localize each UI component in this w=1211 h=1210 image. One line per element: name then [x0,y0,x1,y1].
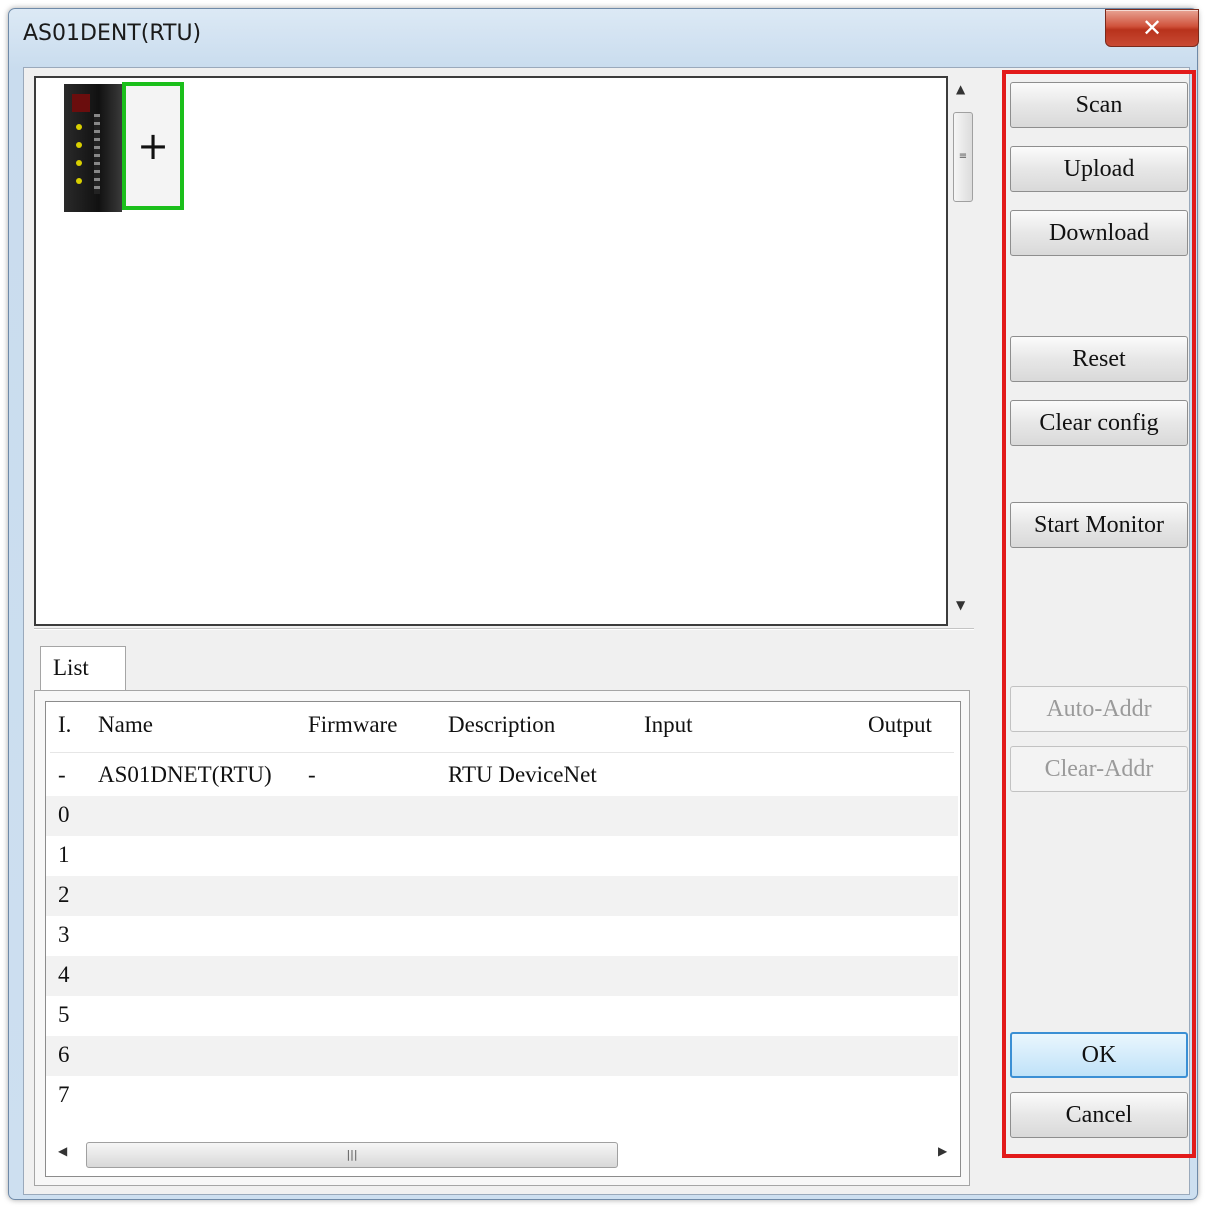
scroll-thumb[interactable]: ||| [86,1142,618,1168]
table-row[interactable]: 2 [46,876,958,916]
auto-addr-button[interactable]: Auto-Addr [1010,686,1188,732]
row-index: 0 [58,802,70,827]
row-firmware: - [308,762,316,787]
module-led [76,160,82,166]
header-separator [50,752,954,753]
module-display [72,94,90,112]
list-tab-panel: I. Name Firmware Description Input Outpu… [34,690,970,1186]
plus-icon: + [137,124,169,168]
download-button[interactable]: Download [1010,210,1188,256]
ok-button[interactable]: OK [1010,1032,1188,1078]
row-index: - [58,762,66,787]
start-monitor-button[interactable]: Start Monitor [1010,502,1188,548]
module-led [76,178,82,184]
column-header-output[interactable]: Output [868,712,932,738]
action-button-panel: Scan Upload Download Reset Clear config … [1002,70,1196,1158]
scroll-left-icon[interactable]: ◀ [58,1144,67,1158]
list-horizontal-scrollbar[interactable]: ◀ ||| ▶ [52,1138,956,1170]
tab-label: List [53,655,89,680]
pane-divider[interactable] [34,628,974,630]
column-header-input[interactable]: Input [644,712,693,738]
table-row[interactable]: 3 [46,916,958,956]
table-row[interactable]: 6 [46,1036,958,1076]
row-name: AS01DNET(RTU) [98,762,272,787]
scroll-thumb[interactable]: ≡ [953,112,973,202]
column-header-firmware[interactable]: Firmware [308,712,397,738]
dialog-window: AS01DENT(RTU) ✕ + ▲ ≡ ▼ List I. Name Fir… [8,8,1199,1200]
module-led [76,124,82,130]
reset-button[interactable]: Reset [1010,336,1188,382]
column-header-name[interactable]: Name [98,712,153,738]
table-row[interactable]: 7 [46,1076,958,1116]
module-led [76,142,82,148]
table-row[interactable]: 1 [46,836,958,876]
scan-button[interactable]: Scan [1010,82,1188,128]
row-index: 1 [58,842,70,867]
cancel-button[interactable]: Cancel [1010,1092,1188,1138]
column-header-description[interactable]: Description [448,712,555,738]
window-title: AS01DENT(RTU) [23,21,202,46]
dialog-client-area: + ▲ ≡ ▼ List I. Name Firmware Descriptio… [23,67,1196,1195]
table-row[interactable]: 4 [46,956,958,996]
clear-config-button[interactable]: Clear config [1010,400,1188,446]
close-button[interactable]: ✕ [1105,9,1199,47]
row-index: 3 [58,922,70,947]
row-index: 4 [58,962,70,987]
row-index: 6 [58,1042,70,1067]
upload-button[interactable]: Upload [1010,146,1188,192]
close-icon: ✕ [1141,14,1163,42]
scroll-right-icon[interactable]: ▶ [938,1144,947,1158]
row-index: 2 [58,882,70,907]
add-module-slot[interactable]: + [122,82,184,210]
scroll-down-icon[interactable]: ▼ [956,598,965,612]
rtu-module-image[interactable] [64,84,122,212]
canvas-vertical-scrollbar[interactable]: ▲ ≡ ▼ [950,76,974,624]
table-row[interactable]: 5 [46,996,958,1036]
module-connector [94,114,100,194]
scroll-up-icon[interactable]: ▲ [956,82,965,96]
device-list[interactable]: I. Name Firmware Description Input Outpu… [45,701,961,1177]
tab-list[interactable]: List [40,646,126,690]
module-canvas[interactable]: + [34,76,948,626]
row-index: 7 [58,1082,70,1107]
table-row[interactable]: - AS01DNET(RTU) - RTU DeviceNet [46,756,958,796]
clear-addr-button[interactable]: Clear-Addr [1010,746,1188,792]
column-header-index[interactable]: I. [58,712,71,738]
table-row[interactable]: 0 [46,796,958,836]
row-index: 5 [58,1002,70,1027]
row-description: RTU DeviceNet [448,762,597,787]
